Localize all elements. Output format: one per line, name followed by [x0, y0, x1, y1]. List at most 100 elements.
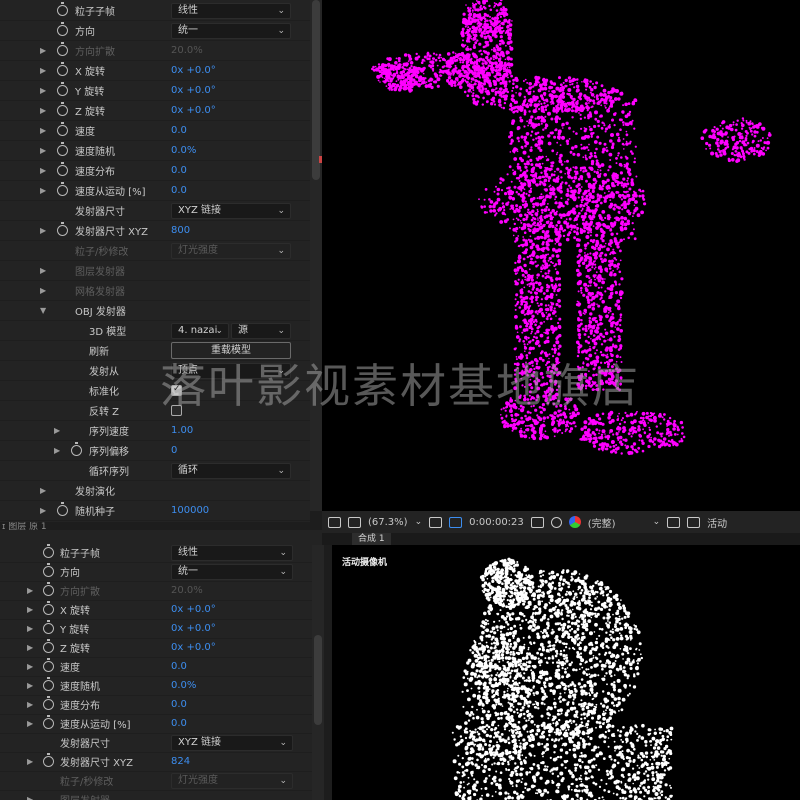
- twirl-closed-icon[interactable]: ▶: [27, 605, 33, 614]
- property-value[interactable]: 824: [171, 756, 190, 767]
- mask-toggle-icon[interactable]: [348, 516, 361, 528]
- property-dropdown[interactable]: 统一 ⌄: [171, 23, 291, 39]
- stopwatch-icon[interactable]: [43, 544, 54, 558]
- stopwatch-icon[interactable]: [43, 715, 54, 729]
- stopwatch-icon[interactable]: [57, 502, 68, 516]
- twirl-closed-icon[interactable]: ▶: [27, 795, 33, 800]
- twirl-closed-icon[interactable]: ▶: [40, 186, 46, 195]
- stopwatch-icon[interactable]: [43, 639, 54, 653]
- property-value[interactable]: 0.0: [171, 699, 187, 710]
- stopwatch-icon[interactable]: [57, 82, 68, 96]
- twirl-closed-icon[interactable]: ▶: [40, 46, 46, 55]
- resolution-chevron-icon[interactable]: ⌄: [653, 517, 661, 527]
- stopwatch-icon[interactable]: [57, 22, 68, 36]
- twirl-closed-icon[interactable]: ▶: [27, 643, 33, 652]
- property-value[interactable]: 0.0%: [171, 680, 196, 691]
- property-value[interactable]: 0.0: [171, 125, 187, 136]
- twirl-closed-icon[interactable]: ▶: [40, 66, 46, 75]
- bottom-panel-scrollbar[interactable]: [312, 545, 324, 800]
- stopwatch-icon[interactable]: [57, 102, 68, 116]
- property-dropdown[interactable]: XYZ 链接 ⌄: [171, 203, 291, 219]
- property-dropdown[interactable]: 灯光强度 ⌄: [171, 243, 291, 259]
- stopwatch-icon[interactable]: [57, 2, 68, 16]
- twirl-closed-icon[interactable]: ▶: [27, 624, 33, 633]
- stopwatch-icon[interactable]: [71, 442, 82, 456]
- property-value[interactable]: 800: [171, 225, 190, 236]
- stopwatch-icon[interactable]: [43, 601, 54, 615]
- property-value[interactable]: 0x +0.0°: [171, 65, 216, 76]
- property-value[interactable]: 100000: [171, 505, 209, 516]
- property-dropdown[interactable]: XYZ 链接 ⌄: [171, 735, 293, 751]
- panel-scrollbar[interactable]: [310, 0, 322, 511]
- composition-viewer-bottom[interactable]: 活动摄像机: [332, 545, 800, 800]
- property-value[interactable]: 0.0: [171, 718, 187, 729]
- property-value[interactable]: 20.0%: [171, 45, 203, 56]
- twirl-closed-icon[interactable]: ▶: [27, 757, 33, 766]
- property-dropdown[interactable]: 灯光强度 ⌄: [171, 773, 293, 789]
- twirl-open-icon[interactable]: ▼: [40, 306, 46, 315]
- twirl-closed-icon[interactable]: ▶: [54, 446, 60, 455]
- twirl-closed-icon[interactable]: ▶: [40, 146, 46, 155]
- twirl-closed-icon[interactable]: ▶: [40, 106, 46, 115]
- twirl-closed-icon[interactable]: ▶: [27, 719, 33, 728]
- property-value[interactable]: 0.0%: [171, 145, 196, 156]
- twirl-closed-icon[interactable]: ▶: [27, 700, 33, 709]
- twirl-closed-icon[interactable]: ▶: [40, 286, 46, 295]
- property-value[interactable]: 0x +0.0°: [171, 85, 216, 96]
- fast-preview-icon[interactable]: [667, 516, 681, 528]
- twirl-closed-icon[interactable]: ▶: [40, 166, 46, 175]
- twirl-closed-icon[interactable]: ▶: [40, 266, 46, 275]
- snapshot-camera-icon[interactable]: [530, 516, 544, 528]
- property-value[interactable]: 0.0: [171, 661, 187, 672]
- property-dropdown[interactable]: 线性 ⌄: [171, 545, 293, 561]
- monitor-icon[interactable]: [328, 516, 341, 528]
- stopwatch-icon[interactable]: [57, 42, 68, 56]
- twirl-closed-icon[interactable]: ▶: [27, 662, 33, 671]
- stopwatch-icon[interactable]: [43, 696, 54, 710]
- composition-viewer-top[interactable]: [322, 0, 800, 511]
- property-dropdown[interactable]: 线性 ⌄: [171, 3, 291, 19]
- twirl-closed-icon[interactable]: ▶: [40, 486, 46, 495]
- property-value[interactable]: 0x +0.0°: [171, 105, 216, 116]
- twirl-closed-icon[interactable]: ▶: [54, 426, 60, 435]
- zoom-dropdown[interactable]: (67.3%): [368, 517, 408, 528]
- source-dropdown[interactable]: 源 ⌄: [231, 323, 291, 339]
- camera-view-dropdown[interactable]: 活动: [707, 515, 727, 530]
- tab-composition[interactable]: 合成 1: [352, 533, 391, 545]
- stopwatch-icon[interactable]: [43, 753, 54, 767]
- channel-rgb-icon[interactable]: [568, 516, 581, 528]
- bottom-scrollbar-thumb[interactable]: [314, 635, 322, 725]
- property-checkbox[interactable]: [171, 384, 182, 396]
- reload-model-button[interactable]: 重载模型: [171, 342, 291, 359]
- stopwatch-icon[interactable]: [57, 62, 68, 76]
- scrollbar-thumb[interactable]: [312, 0, 320, 180]
- property-checkbox[interactable]: [171, 405, 182, 416]
- twirl-closed-icon[interactable]: ▶: [40, 506, 46, 515]
- twirl-closed-icon[interactable]: ▶: [27, 586, 33, 595]
- region-of-interest-icon[interactable]: [449, 516, 463, 528]
- property-dropdown[interactable]: 循环 ⌄: [171, 463, 291, 479]
- property-value[interactable]: 0x +0.0°: [171, 604, 216, 615]
- twirl-closed-icon[interactable]: ▶: [40, 86, 46, 95]
- transparency-grid-icon[interactable]: [687, 516, 701, 528]
- stopwatch-icon[interactable]: [43, 620, 54, 634]
- property-value[interactable]: 0x +0.0°: [171, 623, 216, 634]
- zoom-chevron-icon[interactable]: ⌄: [415, 517, 423, 527]
- stopwatch-icon[interactable]: [57, 162, 68, 176]
- stopwatch-icon[interactable]: [57, 182, 68, 196]
- resolution-dropdown[interactable]: (完整): [588, 515, 616, 530]
- property-value[interactable]: 0x +0.0°: [171, 642, 216, 653]
- property-dropdown[interactable]: 顶点 ⌄: [171, 363, 291, 379]
- property-value[interactable]: 0.0: [171, 185, 187, 196]
- property-value[interactable]: 0.0: [171, 165, 187, 176]
- timecode[interactable]: 0:00:00:23: [469, 517, 524, 528]
- twirl-closed-icon[interactable]: ▶: [27, 681, 33, 690]
- property-dropdown[interactable]: 4. nazai. ⌄: [171, 323, 229, 339]
- show-snapshot-icon[interactable]: [550, 516, 562, 528]
- stopwatch-icon[interactable]: [57, 142, 68, 156]
- property-value[interactable]: 20.0%: [171, 585, 203, 596]
- stopwatch-icon[interactable]: [43, 658, 54, 672]
- stopwatch-icon[interactable]: [57, 122, 68, 136]
- twirl-closed-icon[interactable]: ▶: [40, 126, 46, 135]
- twirl-closed-icon[interactable]: ▶: [40, 226, 46, 235]
